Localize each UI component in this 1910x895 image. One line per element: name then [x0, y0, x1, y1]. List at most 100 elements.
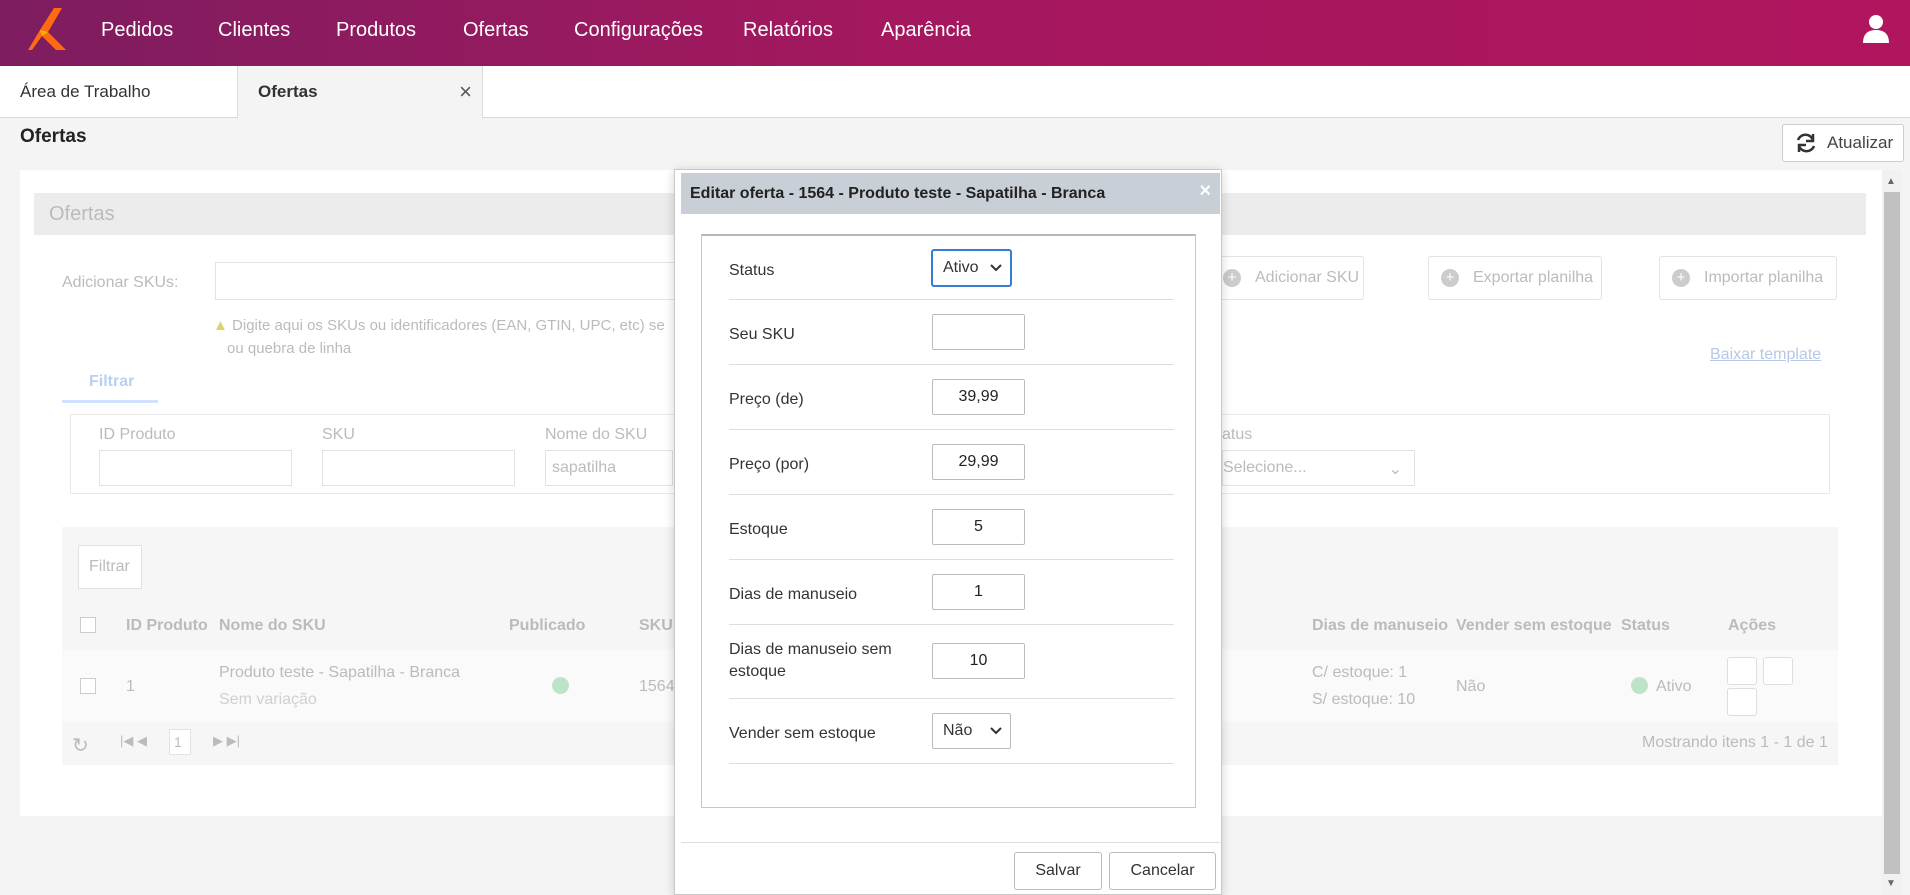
preco-por-label: Preço (por)	[729, 456, 810, 473]
add-skus-label: Adicionar SKUs:	[62, 274, 179, 291]
user-icon[interactable]	[1862, 14, 1890, 44]
row-nome: Produto teste - Sapatilha - Branca	[219, 664, 461, 681]
nav-ofertas[interactable]: Ofertas	[463, 19, 529, 42]
filter-id-input[interactable]	[99, 450, 292, 486]
pager-first-icon[interactable]: |◀ ◀	[120, 733, 147, 749]
form-row-dias-sem: Dias de manuseio sem estoque 10	[729, 625, 1174, 699]
cancel-button[interactable]: Cancelar	[1109, 852, 1216, 890]
col-vender-sem-estoque[interactable]: Vender sem estoque	[1456, 617, 1612, 635]
form-row-dias: Dias de manuseio 1	[729, 560, 1174, 625]
tab-filter[interactable]: Filtrar	[89, 373, 134, 391]
status-label: Status	[729, 262, 775, 279]
filter-sku-input[interactable]	[322, 450, 515, 486]
page-scrollbar-thumb[interactable]	[1884, 192, 1900, 874]
tab-area-de-trabalho[interactable]: Área de Trabalho	[0, 66, 237, 118]
estoque-label: Estoque	[729, 521, 788, 538]
col-acoes: Ações	[1728, 617, 1777, 634]
col-id-produto[interactable]: ID Produto	[126, 617, 208, 635]
row-status: Ativo	[1656, 678, 1692, 695]
status-select[interactable]: Ativo	[932, 250, 1011, 286]
row-sku: 1564	[639, 678, 675, 695]
pager-last-icon[interactable]: ▶ ▶|	[213, 733, 240, 749]
refresh-label: Atualizar	[1827, 133, 1894, 152]
row-vender: Não	[1456, 678, 1486, 695]
export-sheet-button[interactable]: + Exportar planilha	[1428, 256, 1602, 300]
preco-por-input[interactable]: 29,99	[932, 444, 1025, 480]
refresh-button[interactable]: Atualizar	[1782, 124, 1904, 162]
pager-info: Mostrando itens 1 - 1 de 1	[1642, 734, 1828, 751]
offers-panel-title: Ofertas	[49, 203, 115, 225]
nav-pedidos[interactable]: Pedidos	[101, 19, 173, 42]
dialog-footer-divider	[681, 842, 1220, 843]
select-all-checkbox[interactable]	[80, 617, 96, 633]
filter-id-label: ID Produto	[99, 426, 176, 443]
dialog-form: Status Ativo Seu SKU Preço (de) 39,99 Pr…	[701, 234, 1196, 808]
estoque-input[interactable]: 5	[932, 509, 1025, 545]
close-icon[interactable]: ×	[1199, 180, 1211, 203]
scroll-up-icon[interactable]: ▲	[1886, 176, 1896, 187]
preco-de-label: Preço (de)	[729, 391, 804, 408]
edit-offer-dialog: Editar oferta - 1564 - Produto teste - S…	[674, 169, 1222, 895]
top-navbar: Pedidos Clientes Produtos Ofertas Config…	[0, 0, 1910, 66]
row-variacao: Sem variação	[219, 691, 317, 708]
filter-button[interactable]: Filtrar	[78, 545, 142, 589]
plus-icon: +	[1223, 269, 1241, 287]
dias-sem-input[interactable]: 10	[932, 643, 1025, 679]
view-icon[interactable]	[1727, 657, 1757, 685]
edit-icon[interactable]	[1763, 657, 1793, 685]
col-nome-sku[interactable]: Nome do SKU	[219, 617, 326, 635]
preco-de-input[interactable]: 39,99	[932, 379, 1025, 415]
chevron-down-icon	[990, 727, 1002, 735]
row-checkbox[interactable]	[80, 678, 96, 694]
dias-input[interactable]: 1	[932, 574, 1025, 610]
form-row-preco-por: Preço (por) 29,99	[729, 430, 1174, 495]
row-id: 1	[126, 678, 135, 695]
published-check-icon	[552, 677, 569, 694]
col-publicado[interactable]: Publicado	[509, 617, 585, 635]
save-button[interactable]: Salvar	[1014, 852, 1102, 890]
tab-ofertas-label: Ofertas	[258, 82, 318, 101]
status-dot-icon	[1631, 677, 1648, 694]
plus-icon: +	[1441, 269, 1459, 287]
sku-input[interactable]	[932, 314, 1025, 350]
form-row-preco-de: Preço (de) 39,99	[729, 365, 1174, 430]
vender-select[interactable]: Não	[932, 713, 1011, 749]
close-icon[interactable]: ×	[459, 66, 472, 118]
dias-sem-label: Dias de manuseio sem estoque	[729, 641, 892, 680]
import-sheet-button[interactable]: + Importar planilha	[1659, 256, 1837, 300]
form-row-vender: Vender sem estoque Não	[729, 699, 1174, 764]
nav-clientes[interactable]: Clientes	[218, 19, 290, 42]
row-dias-sem: S/ estoque: 10	[1312, 691, 1416, 708]
col-sku[interactable]: SKU	[639, 617, 673, 635]
col-status[interactable]: Status	[1621, 617, 1670, 635]
add-sku-button[interactable]: + Adicionar SKU	[1210, 256, 1364, 300]
filter-status-label: atus	[1222, 426, 1253, 443]
filter-sku-label: SKU	[322, 426, 355, 443]
add-skus-input[interactable]	[215, 262, 675, 300]
nav-relatorios[interactable]: Relatórios	[743, 19, 833, 42]
nav-produtos[interactable]: Produtos	[336, 19, 416, 42]
tab-strip: Área de Trabalho Ofertas ×	[0, 66, 1910, 118]
filter-name-label: Nome do SKU	[545, 426, 648, 443]
plus-icon: +	[1672, 269, 1690, 287]
download-template-link[interactable]: Baixar template	[1710, 346, 1821, 364]
logo-icon[interactable]	[26, 6, 72, 54]
row-dias-com: C/ estoque: 1	[1312, 664, 1408, 681]
nav-aparencia[interactable]: Aparência	[881, 19, 971, 42]
chevron-down-icon: ⌄	[1388, 461, 1402, 478]
filter-name-input[interactable]: sapatilha	[545, 450, 673, 486]
grid-refresh-icon[interactable]: ↻	[72, 733, 89, 758]
filter-tab-indicator	[62, 400, 158, 403]
nav-configuracoes[interactable]: Configurações	[574, 19, 703, 42]
col-dias-manuseio[interactable]: Dias de manuseio	[1312, 617, 1448, 635]
tab-ofertas[interactable]: Ofertas ×	[237, 66, 483, 118]
scroll-down-icon[interactable]: ▼	[1886, 878, 1896, 889]
pager-page-number[interactable]: 1	[169, 729, 191, 755]
filter-status-select[interactable]: Selecione... ⌄	[1222, 450, 1415, 486]
page-title: Ofertas	[20, 126, 87, 147]
hint-text-1: ▲ Digite aqui os SKUs ou identificadores…	[213, 317, 665, 334]
sku-label: Seu SKU	[729, 326, 795, 343]
form-row-estoque: Estoque 5	[729, 495, 1174, 560]
dialog-title: Editar oferta - 1564 - Produto teste - S…	[690, 185, 1106, 202]
disable-icon[interactable]	[1727, 688, 1757, 716]
